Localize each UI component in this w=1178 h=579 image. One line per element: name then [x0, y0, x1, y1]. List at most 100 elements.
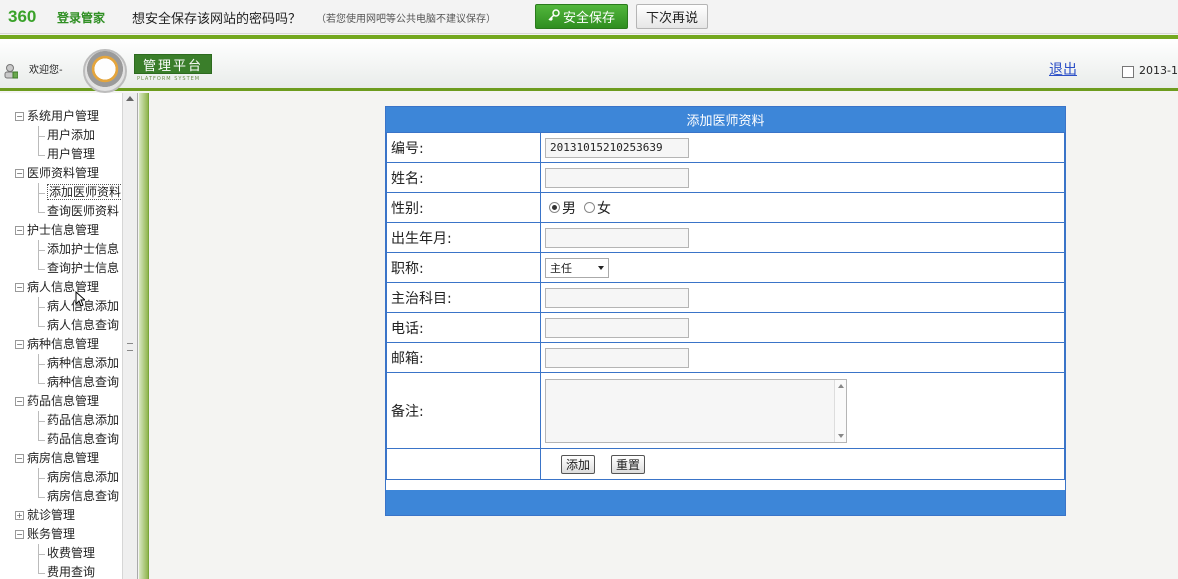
email-label: 邮箱:: [386, 342, 541, 373]
sidebar-group-label: 病房信息管理: [27, 451, 100, 465]
sidebar-group-label: 药品信息管理: [27, 394, 100, 408]
sidebar-item[interactable]: 病种信息添加: [0, 354, 122, 373]
platform-logo-icon: [83, 49, 127, 93]
sidebar-item[interactable]: 费用查询: [0, 563, 122, 579]
sidebar-group[interactable]: − 病种信息管理: [0, 335, 122, 354]
sidebar-item[interactable]: 病人信息查询: [0, 316, 122, 335]
collapse-icon[interactable]: −: [15, 530, 24, 539]
sidebar-item[interactable]: 添加护士信息: [0, 240, 122, 259]
sidebar-item[interactable]: 病人信息添加: [0, 297, 122, 316]
sidebar-group-label: 账务管理: [27, 527, 76, 541]
sidebar-group-label: 医师资料管理: [27, 166, 100, 180]
next-time-button[interactable]: 下次再说: [636, 4, 708, 29]
sidebar-item[interactable]: 查询医师资料: [0, 202, 122, 221]
sidebar-item-label: 用户添加: [47, 128, 96, 142]
collapse-icon[interactable]: −: [15, 169, 24, 178]
sidebar-item[interactable]: 病房信息查询: [0, 487, 122, 506]
sidebar-group[interactable]: − 医师资料管理: [0, 164, 122, 183]
nav-tree: − 系统用户管理 用户添加 用户管理 − 医师资料管理 添加医师资料 查询医师资料 − 护士信息管…: [0, 107, 124, 579]
phone-label: 电话:: [386, 312, 541, 343]
sidebar-item-label: 用户管理: [47, 147, 96, 161]
collapse-icon[interactable]: −: [15, 454, 24, 463]
sidebar-group[interactable]: − 账务管理: [0, 525, 122, 544]
id-field[interactable]: 20131015210253639: [545, 137, 689, 158]
sidebar-item[interactable]: 病房信息添加: [0, 468, 122, 487]
sidebar-item[interactable]: 药品信息查询: [0, 430, 122, 449]
note-textarea[interactable]: [545, 378, 847, 443]
sidebar-item-label: 查询护士信息: [47, 261, 120, 275]
360-logo: 360: [8, 7, 37, 26]
sidebar-group-label: 护士信息管理: [27, 223, 100, 237]
form-row-phone: 电话:: [386, 312, 1065, 343]
name-field[interactable]: [545, 167, 689, 188]
user-icon: [4, 63, 19, 79]
email-field[interactable]: [545, 347, 689, 368]
phone-field[interactable]: [545, 317, 689, 338]
gender-label: 性别:: [386, 192, 541, 223]
sidebar-item[interactable]: 添加医师资料: [0, 183, 124, 202]
collapse-icon[interactable]: −: [15, 397, 24, 406]
add-doctor-form: 添加医师资料 编号: 20131015210253639 姓名: 性别: 男 女: [385, 106, 1066, 516]
form-table: 编号: 20131015210253639 姓名: 性别: 男 女 出生年月:: [386, 132, 1065, 480]
sidebar-item-label: 药品信息添加: [47, 413, 120, 427]
sidebar-group[interactable]: − 护士信息管理: [0, 221, 122, 240]
scroll-up-icon[interactable]: [126, 96, 134, 101]
sidebar-splitter[interactable]: [139, 93, 149, 579]
sidebar-item[interactable]: 查询护士信息: [0, 259, 122, 278]
sidebar-group[interactable]: − 药品信息管理: [0, 392, 122, 411]
buttons-spacer: [386, 448, 541, 480]
gender-male-radio[interactable]: [549, 202, 560, 213]
sidebar-item[interactable]: 病种信息查询: [0, 373, 122, 392]
collapse-icon[interactable]: −: [15, 340, 24, 349]
current-date: 2013-1: [1139, 64, 1178, 77]
sidebar-group[interactable]: − 系统用户管理: [0, 107, 122, 126]
form-row-buttons: 添加 重置: [386, 448, 1065, 480]
sidebar-group[interactable]: − 病人信息管理: [0, 278, 122, 297]
sidebar-group-label: 就诊管理: [27, 508, 76, 522]
save-password-question: 想安全保存该网站的密码吗？: [132, 12, 302, 27]
form-row-name: 姓名:: [386, 162, 1065, 193]
collapse-icon[interactable]: −: [15, 283, 24, 292]
sidebar-item-label: 病房信息添加: [47, 470, 120, 484]
sidebar-nav: − 系统用户管理 用户添加 用户管理 − 医师资料管理 添加医师资料 查询医师资料 − 护士信息管…: [0, 93, 138, 579]
birth-field[interactable]: [545, 227, 689, 248]
sidebar-item[interactable]: 收费管理: [0, 544, 122, 563]
form-row-subject: 主治科目:: [386, 282, 1065, 313]
sidebar-item-label: 费用查询: [47, 565, 96, 579]
sidebar-item[interactable]: 药品信息添加: [0, 411, 122, 430]
gender-male-label: 男: [562, 200, 576, 217]
sidebar-item-label: 药品信息查询: [47, 432, 120, 446]
sidebar-group-label: 病种信息管理: [27, 337, 100, 351]
360-logo-subtitle: 登录管家: [57, 11, 106, 25]
note-scrollbar[interactable]: [834, 379, 846, 442]
sidebar-item-label: 病种信息查询: [47, 375, 120, 389]
gender-female-label: 女: [597, 200, 611, 217]
sidebar-item[interactable]: 用户添加: [0, 126, 122, 145]
form-footer: [386, 490, 1065, 515]
scroll-grip-icon[interactable]: [127, 343, 133, 351]
sidebar-group-label: 病人信息管理: [27, 280, 100, 294]
logout-link[interactable]: 退出: [1049, 59, 1077, 79]
form-buttons: 添加 重置: [561, 454, 1064, 474]
sidebar-group[interactable]: + 就诊管理: [0, 506, 122, 525]
subject-field[interactable]: [545, 287, 689, 308]
sidebar-group[interactable]: − 病房信息管理: [0, 449, 122, 468]
save-password-hint: （若您使用网吧等公共电脑不建议保存）: [316, 14, 496, 25]
chevron-down-icon[interactable]: [598, 265, 604, 270]
welcome-text: 欢迎您-: [29, 65, 63, 76]
expand-icon[interactable]: +: [15, 511, 24, 520]
reset-button[interactable]: 重置: [611, 454, 646, 474]
form-row-birth: 出生年月:: [386, 222, 1065, 253]
gender-female-radio[interactable]: [584, 202, 595, 213]
collapse-icon[interactable]: −: [15, 112, 24, 121]
key-icon: [548, 8, 560, 25]
title-select-value: 主任: [550, 261, 572, 275]
safe-save-label: 安全保存: [562, 11, 615, 26]
sidebar-item[interactable]: 用户管理: [0, 145, 122, 164]
calendar-icon: [1122, 66, 1134, 78]
add-button[interactable]: 添加: [561, 454, 596, 474]
title-select[interactable]: 主任: [545, 257, 609, 278]
safe-save-button[interactable]: 安全保存: [535, 4, 628, 29]
sidebar-scrollbar[interactable]: [122, 93, 137, 579]
collapse-icon[interactable]: −: [15, 226, 24, 235]
